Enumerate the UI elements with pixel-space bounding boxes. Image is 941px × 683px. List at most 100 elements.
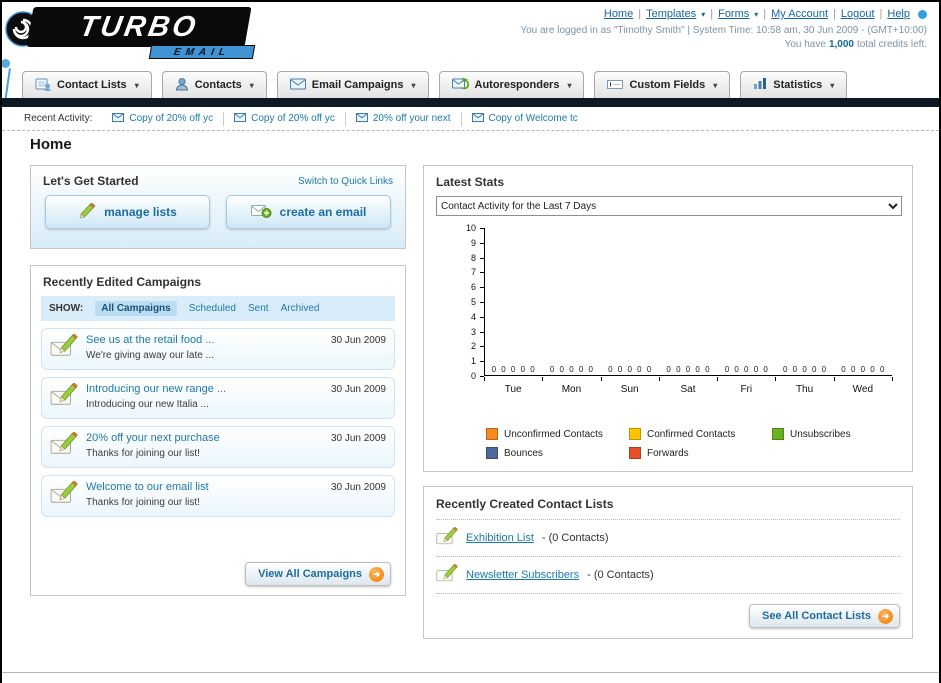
legend-swatch-confirmed [629,428,641,440]
contact-list-count: - (0 Contacts) [541,532,609,544]
switch-quick-links-link[interactable]: Switch to Quick Links [298,176,393,187]
y-axis-tick [480,302,484,303]
plus-envelope-icon [250,204,272,221]
recent-activity-item[interactable]: Copy of Welcome tc [462,112,588,126]
help-dot-icon [918,9,927,19]
contact-list-link[interactable]: Exhibition List [466,532,534,544]
y-axis-tick [480,346,484,348]
campaign-list-item[interactable]: Introducing our new range ... 30 Jun 200… [41,377,395,419]
tab-custom-fields[interactable]: Custom Fields ▾ [594,71,731,98]
contact-list-item[interactable]: Newsletter Subscribers - (0 Contacts) [436,557,900,594]
tab-label: Contact Lists [57,79,127,91]
recent-contact-lists-panel: Recently Created Contact Lists Exhibitio… [423,486,913,639]
recent-activity-item[interactable]: Copy of 20% off yc [102,111,225,126]
y-axis-label: 0 [470,371,476,381]
stats-period-select[interactable]: Contact Activity for the Last 7 Days [436,196,902,216]
filter-sent[interactable]: Sent [248,303,269,314]
top-link-my-account[interactable]: My Account [771,8,828,20]
chevron-down-icon: ▾ [701,9,706,19]
main-nav: Contact Lists ▾ Contacts ▾ Email Campaig… [22,71,848,98]
see-all-contact-lists-button[interactable]: See All Contact Lists ➜ [748,604,900,628]
contact-list-item[interactable]: Exhibition List - (0 Contacts) [436,520,900,557]
top-link-forms[interactable]: Forms [718,8,749,20]
campaign-list-item[interactable]: 20% off your next purchase 30 Jun 2009 T… [41,426,395,468]
top-link-help[interactable]: Help [887,8,910,20]
recent-activity-item[interactable]: 20% off your next [346,111,462,126]
campaign-subtitle: We're giving away our late ... [86,350,214,361]
legend-swatch-forwards [629,447,641,459]
recent-activity-label: Recent Activity: [24,113,93,124]
tab-email-campaigns[interactable]: Email Campaigns ▾ [276,71,429,98]
page-title: Home [30,136,72,153]
envelope-icon [112,112,125,125]
tab-label: Statistics [773,79,823,91]
filter-scheduled[interactable]: Scheduled [189,303,236,314]
recent-activity-link[interactable]: Copy of 20% off yc [251,113,335,124]
campaign-title-link[interactable]: 20% off your next purchase [86,432,220,444]
credits-value: 1,000 [828,39,854,50]
top-link-logout[interactable]: Logout [841,8,875,20]
legend-item: Bounces [486,447,629,459]
tab-contacts[interactable]: Contacts ▾ [161,71,267,98]
recent-activity-link[interactable]: Copy of Welcome tc [489,113,578,124]
filter-all-campaigns[interactable]: All Campaigns [95,301,177,316]
tab-label: Autoresponders [474,79,560,91]
create-email-label: create an email [279,205,367,219]
legend-label: Confirmed Contacts [647,428,736,440]
x-axis-label: Thu [795,384,814,395]
contact-list-link[interactable]: Newsletter Subscribers [466,569,579,581]
y-axis-tick [480,287,484,289]
x-axis-tick [658,377,660,381]
campaign-title-link[interactable]: Welcome to our email list [86,481,209,493]
arrow-right-icon: ➜ [878,608,893,624]
recent-activity-link[interactable]: 20% off your next [373,113,451,124]
recent-activity-item[interactable]: Copy of 20% off yc [224,111,346,126]
y-axis-tick [480,361,484,363]
chevron-down-icon: ▾ [134,80,139,90]
turbo-email-logo: TURBO EMAIL [2,5,282,61]
x-axis-label: Tue [504,384,522,395]
tab-contact-lists[interactable]: Contact Lists ▾ [22,71,152,98]
legend-item: Unsubscribes [772,428,915,440]
x-axis-tick [717,377,719,381]
legend-item: Forwards [629,447,772,459]
show-label: SHOW: [49,303,84,314]
logo-title: TURBO [77,10,201,43]
page-bottom-divider [2,672,939,673]
bar-value-labels: 0 0 0 0 0 [666,365,710,374]
view-all-campaigns-button[interactable]: View All Campaigns ➜ [245,562,391,586]
x-axis-label: Sun [620,384,639,395]
logo-wordmark: TURBO [26,7,252,47]
legend-swatch-bounces [486,447,498,459]
y-axis-label: 1 [470,356,476,367]
campaign-subtitle: Introducing our new Italia ... [86,399,209,410]
bar-value-labels: 0 0 0 0 0 [724,365,768,374]
chevron-down-icon: ▾ [713,80,718,90]
manage-lists-button[interactable]: manage lists [45,195,210,229]
campaign-title-link[interactable]: See us at the retail food ... [86,334,214,346]
y-axis-tick [480,242,484,244]
statistics-icon [753,77,767,93]
recent-activity-bar: Recent Activity: Copy of 20% off yc Copy… [2,107,939,131]
header-utility-area: Home | Templates ▾ | Forms ▾ | My Accoun… [520,8,927,50]
edit-campaign-icon [50,382,78,412]
tab-statistics[interactable]: Statistics ▾ [740,71,848,98]
tab-autoresponders[interactable]: Autoresponders ▾ [438,71,585,98]
contact-activity-chart: 0 1 2 3 4 5 6 7 8 9 10 0 0 0 0 0 Tue 0 0 0 0 0 Mon 0 0 … [436,223,902,404]
top-link-home[interactable]: Home [604,8,633,20]
campaign-list-item[interactable]: See us at the retail food ... 30 Jun 200… [41,328,395,370]
y-axis-label: 9 [470,237,476,248]
create-email-button[interactable]: create an email [226,195,391,229]
y-axis-tick [480,272,484,274]
get-started-title: Let's Get Started [43,174,139,188]
campaign-subtitle: Thanks for joining our list! [86,497,200,508]
recent-activity-link[interactable]: Copy of 20% off yc [129,113,213,124]
email-campaigns-icon [289,78,306,93]
filter-archived[interactable]: Archived [281,303,320,314]
credits-prefix: You have [784,39,826,50]
top-link-templates[interactable]: Templates [646,8,696,20]
campaign-title-link[interactable]: Introducing our new range ... [86,383,226,395]
legend-label: Forwards [647,447,689,459]
campaign-list-item[interactable]: Welcome to our email list 30 Jun 2009 Th… [41,475,395,517]
decor-dot-icon [2,59,10,68]
